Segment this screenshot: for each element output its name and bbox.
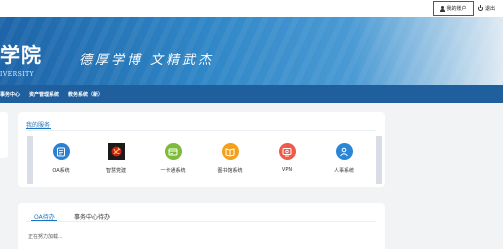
logout-link[interactable]: 退出 (478, 3, 495, 14)
party-emblem-icon (107, 143, 125, 160)
my-services-card: 我的服务 OA系统 智慧党建 一卡通系统 图书馆系统 VPN 人事系统 (18, 112, 385, 187)
user-icon (440, 5, 446, 12)
nav-item-academic-affairs[interactable]: 教务系统（新） (68, 91, 103, 98)
divider (26, 130, 376, 131)
card-icon (164, 143, 182, 160)
school-name-english: IVERSITY (0, 71, 35, 78)
id-card-icon (52, 143, 70, 160)
service-label: VPN (281, 167, 293, 173)
todo-card: OA待办 事务中心待办 正在努力加载... (18, 203, 385, 249)
tab-affairs-todo[interactable]: 事务中心待办 (74, 212, 110, 221)
nav-item-affairs-center[interactable]: 事务中心 (0, 91, 20, 98)
vpn-icon (278, 143, 296, 160)
header-banner: 学院 IVERSITY 德厚学博 文精武杰 (0, 17, 503, 85)
carousel-prev-handle[interactable] (27, 136, 33, 184)
carousel-next-handle[interactable] (376, 136, 382, 184)
service-label: 图书馆系统 (217, 168, 243, 174)
book-icon (221, 143, 239, 160)
divider (26, 221, 376, 222)
service-party-building[interactable]: 智慧党建 (96, 143, 136, 174)
logout-label: 退出 (485, 6, 496, 12)
power-icon (478, 5, 483, 11)
service-label: OA系统 (52, 168, 70, 174)
nav-item-asset-management[interactable]: 资产管理系统 (29, 91, 59, 98)
left-panel-edge (0, 112, 8, 158)
top-bar: 我的账户 退出 (0, 0, 503, 17)
service-oa[interactable]: OA系统 (41, 143, 81, 174)
my-account-label: 我的账户 (446, 6, 467, 12)
loading-text: 正在努力加载... (28, 234, 63, 240)
service-hr[interactable]: 人事系统 (324, 143, 364, 174)
service-library[interactable]: 图书馆系统 (210, 143, 250, 174)
school-name: 学院 (0, 43, 42, 67)
service-campus-card[interactable]: 一卡通系统 (153, 143, 193, 174)
main-nav: 事务中心 资产管理系统 教务系统（新） (0, 85, 503, 103)
school-motto: 德厚学博 文精武杰 (79, 53, 215, 68)
my-account-link[interactable]: 我的账户 (433, 1, 474, 16)
service-label: 人事系统 (333, 168, 354, 174)
service-vpn[interactable]: VPN (267, 143, 307, 173)
service-label: 智慧党建 (105, 168, 126, 174)
title-underline (26, 128, 51, 129)
people-icon (335, 143, 353, 160)
service-label: 一卡通系统 (160, 168, 186, 174)
